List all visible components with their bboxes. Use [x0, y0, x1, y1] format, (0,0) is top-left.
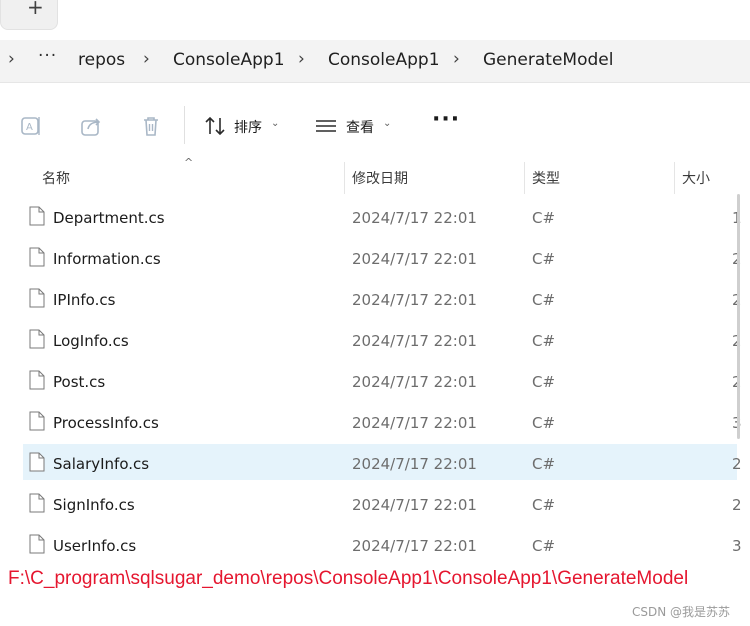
column-header-name[interactable]: 名称: [42, 168, 70, 188]
file-row[interactable]: IPInfo.cs 2024/7/17 22:01 C# 2: [23, 280, 742, 316]
file-name: LogInfo.cs: [53, 332, 129, 350]
sort-ascending-icon: ^: [184, 156, 194, 169]
new-tab-button[interactable]: +: [0, 0, 58, 30]
column-header-type[interactable]: 类型: [532, 168, 560, 188]
chevron-right-icon[interactable]: ›: [143, 49, 150, 69]
file-type: C#: [532, 455, 556, 473]
file-type: C#: [532, 291, 556, 309]
column-divider[interactable]: [674, 162, 675, 194]
file-name: UserInfo.cs: [53, 537, 137, 555]
file-name: Post.cs: [53, 373, 106, 391]
file-name: IPInfo.cs: [53, 291, 116, 309]
chevron-right-icon[interactable]: ›: [8, 49, 15, 69]
file-modified-date: 2024/7/17 22:01: [352, 373, 477, 391]
file-icon: [29, 534, 45, 554]
file-type: C#: [532, 414, 556, 432]
column-divider[interactable]: [344, 162, 345, 194]
file-modified-date: 2024/7/17 22:01: [352, 496, 477, 514]
chevron-down-icon[interactable]: ⌄: [383, 118, 391, 129]
file-modified-date: 2024/7/17 22:01: [352, 250, 477, 268]
file-icon: [29, 206, 45, 226]
watermark: CSDN @我是苏苏: [632, 605, 731, 619]
file-row[interactable]: SignInfo.cs 2024/7/17 22:01 C# 2: [23, 485, 742, 521]
file-icon: [29, 247, 45, 267]
breadcrumb-overflow-button[interactable]: ···: [38, 46, 57, 66]
view-button-label[interactable]: 查看: [346, 117, 374, 137]
file-size: 2: [732, 455, 742, 473]
rename-icon[interactable]: A: [19, 114, 43, 138]
file-icon: [29, 370, 45, 390]
breadcrumb-item-generatemodel[interactable]: GenerateModel: [483, 50, 613, 70]
file-type: C#: [532, 373, 556, 391]
file-name: ProcessInfo.cs: [53, 414, 159, 432]
toolbar-divider: [184, 106, 185, 144]
plus-icon: +: [27, 0, 44, 19]
file-size: 2: [732, 496, 742, 514]
file-name: Department.cs: [53, 209, 165, 227]
column-header-modified[interactable]: 修改日期: [352, 168, 408, 188]
sort-button-label[interactable]: 排序: [234, 117, 262, 137]
breadcrumb-item-consoleapp1-inner[interactable]: ConsoleApp1: [328, 50, 440, 70]
column-header-row: ^ 名称 修改日期 类型 大小: [0, 156, 750, 194]
chevron-right-icon[interactable]: ›: [453, 49, 460, 69]
file-modified-date: 2024/7/17 22:01: [352, 455, 477, 473]
column-divider[interactable]: [524, 162, 525, 194]
delete-icon[interactable]: [139, 114, 163, 138]
vertical-scrollbar[interactable]: [737, 194, 740, 439]
file-modified-date: 2024/7/17 22:01: [352, 414, 477, 432]
file-type: C#: [532, 332, 556, 350]
file-row[interactable]: Department.cs 2024/7/17 22:01 C# 1: [23, 198, 742, 234]
file-icon: [29, 288, 45, 308]
breadcrumb: › ··· repos › ConsoleApp1 › ConsoleApp1 …: [0, 40, 750, 83]
file-icon: [29, 452, 45, 472]
file-size: 3: [732, 537, 742, 555]
view-icon[interactable]: [314, 114, 338, 138]
file-row[interactable]: SalaryInfo.cs 2024/7/17 22:01 C# 2: [23, 444, 742, 480]
file-type: C#: [532, 209, 556, 227]
file-name: SignInfo.cs: [53, 496, 135, 514]
sort-icon[interactable]: [203, 114, 227, 138]
file-modified-date: 2024/7/17 22:01: [352, 291, 477, 309]
path-annotation: F:\C_program\sqlsugar_demo\repos\Console…: [8, 568, 689, 589]
share-icon[interactable]: [79, 114, 103, 138]
file-type: C#: [532, 537, 556, 555]
file-row[interactable]: ProcessInfo.cs 2024/7/17 22:01 C# 3: [23, 403, 742, 439]
breadcrumb-item-repos[interactable]: repos: [78, 50, 125, 70]
file-modified-date: 2024/7/17 22:01: [352, 209, 477, 227]
file-row[interactable]: LogInfo.cs 2024/7/17 22:01 C# 2: [23, 321, 742, 357]
column-header-size[interactable]: 大小: [682, 168, 710, 188]
file-modified-date: 2024/7/17 22:01: [352, 332, 477, 350]
file-type: C#: [532, 250, 556, 268]
file-row[interactable]: Post.cs 2024/7/17 22:01 C# 2: [23, 362, 742, 398]
command-bar: A 排序 ⌄ 查看 ⌄ ···: [0, 92, 750, 161]
file-icon: [29, 411, 45, 431]
svg-text:A: A: [26, 122, 33, 133]
file-row[interactable]: UserInfo.cs 2024/7/17 22:01 C# 3: [23, 526, 742, 562]
breadcrumb-item-consoleapp1[interactable]: ConsoleApp1: [173, 50, 285, 70]
tab-strip: +: [0, 0, 750, 34]
file-icon: [29, 493, 45, 513]
file-type: C#: [532, 496, 556, 514]
chevron-right-icon[interactable]: ›: [298, 49, 305, 69]
more-options-button[interactable]: ···: [432, 107, 460, 132]
chevron-down-icon[interactable]: ⌄: [271, 118, 279, 129]
file-icon: [29, 329, 45, 349]
file-row[interactable]: Information.cs 2024/7/17 22:01 C# 2: [23, 239, 742, 275]
file-modified-date: 2024/7/17 22:01: [352, 537, 477, 555]
file-name: SalaryInfo.cs: [53, 455, 150, 473]
file-name: Information.cs: [53, 250, 161, 268]
